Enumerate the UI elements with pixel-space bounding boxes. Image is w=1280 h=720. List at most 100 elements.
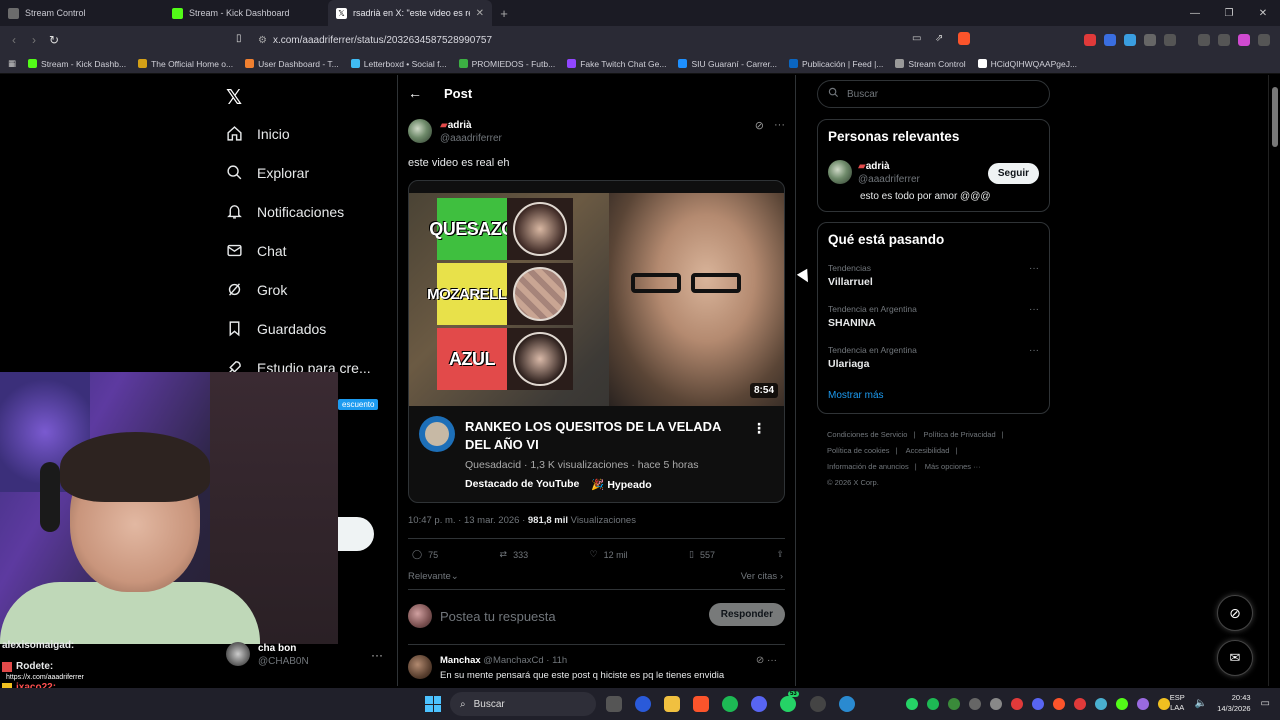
handle[interactable]: @aaadriferrer xyxy=(440,132,502,145)
bookmark-item[interactable]: Fake Twitch Chat Ge... xyxy=(567,59,666,69)
grok-icon[interactable]: ⊘ xyxy=(756,655,764,666)
avatar[interactable] xyxy=(408,655,432,679)
show-more-link[interactable]: Mostrar más xyxy=(828,390,884,401)
reply-submit-button[interactable]: Responder xyxy=(708,603,785,626)
back-icon[interactable]: ‹ xyxy=(4,33,24,47)
post-button-fragment[interactable] xyxy=(338,517,374,551)
display-name[interactable]: ▰adrià xyxy=(858,160,920,173)
tray-app-icon[interactable] xyxy=(1095,698,1107,710)
reply-button[interactable]: ◯ 75 xyxy=(412,549,438,560)
video-title[interactable]: RANKEO LOS QUESITOS DE LA VELADA DEL AÑO… xyxy=(465,418,745,454)
whatsapp-icon[interactable] xyxy=(906,698,918,710)
speaker-icon[interactable]: 🔈 xyxy=(1195,698,1207,709)
restore-icon[interactable]: ❐ xyxy=(1212,0,1246,26)
mic-icon[interactable] xyxy=(1158,698,1170,710)
tray-app-icon[interactable] xyxy=(969,698,981,710)
task-view-icon[interactable] xyxy=(606,696,622,712)
grok-button[interactable]: ⊘ xyxy=(1217,595,1253,631)
avatar[interactable] xyxy=(408,119,432,143)
footer-link[interactable]: Política de Privacidad xyxy=(924,430,996,439)
nav-explore[interactable]: Explorar xyxy=(226,164,309,181)
site-settings-icon[interactable]: ⚙ xyxy=(258,35,267,46)
footer-link[interactable]: Información de anuncios xyxy=(827,462,909,471)
trend-item[interactable]: Tendencia en Argentina SHANINA ··· xyxy=(828,304,1041,329)
app-icon[interactable] xyxy=(839,696,855,712)
whatsapp-icon[interactable] xyxy=(780,696,796,712)
trend-item[interactable]: Tendencia en Argentina Ulariaga ··· xyxy=(828,345,1041,370)
relevant-user[interactable]: ▰adrià @aaadriferrer xyxy=(828,160,920,186)
split-view-icon[interactable] xyxy=(1218,34,1230,46)
vivaldi-icon[interactable] xyxy=(635,696,651,712)
more-icon[interactable]: ··· xyxy=(774,119,785,132)
bookmark-button[interactable]: ▯ 557 xyxy=(689,549,715,560)
footer-link[interactable]: Condiciones de Servicio xyxy=(827,430,907,439)
trend-item[interactable]: Tendencias Villarruel ··· xyxy=(828,263,1041,288)
tray-app-icon[interactable] xyxy=(1011,698,1023,710)
more-icon[interactable]: ··· xyxy=(371,648,383,662)
tray-app-icon[interactable] xyxy=(1074,698,1086,710)
comment-author[interactable]: Manchax xyxy=(440,655,481,666)
sidebar-icon[interactable] xyxy=(1164,34,1176,46)
scrollbar-thumb[interactable] xyxy=(1272,87,1278,147)
bookmark-icon[interactable]: ▯ xyxy=(236,33,242,44)
footer-link[interactable]: Accesibilidad xyxy=(906,446,950,455)
display-name[interactable]: ▰adrià xyxy=(440,119,502,132)
discord-icon[interactable] xyxy=(751,696,767,712)
handle[interactable]: @aaadriferrer xyxy=(858,173,920,186)
close-window-icon[interactable]: ✕ xyxy=(1246,0,1280,26)
youtube-card[interactable]: QUESAZO MOZARELLA AZUL 8:54 RANKEO LOS Q… xyxy=(408,180,785,503)
discord-icon[interactable] xyxy=(1032,698,1044,710)
nav-bookmarks[interactable]: Guardados xyxy=(226,320,326,337)
spotify-icon[interactable] xyxy=(927,698,939,710)
download-icon[interactable] xyxy=(1198,34,1210,46)
repost-button[interactable]: ⇄ 333 xyxy=(500,549,529,560)
messages-button[interactable]: ✉ xyxy=(1217,640,1253,676)
like-button[interactable]: ♡ 12 mil xyxy=(590,549,628,560)
video-thumbnail[interactable]: QUESAZO MOZARELLA AZUL 8:54 xyxy=(409,193,784,406)
x-logo-icon[interactable]: 𝕏 xyxy=(226,85,242,110)
tab-x-post[interactable]: 𝕏 rsadrià en X: "este video es real ✕ xyxy=(328,0,492,26)
notifications-icon[interactable]: ▭ xyxy=(1261,698,1270,709)
brave-icon[interactable] xyxy=(693,696,709,712)
windows-start-icon[interactable] xyxy=(425,696,441,712)
nav-notifications[interactable]: Notificaciones xyxy=(226,203,344,220)
spotify-icon[interactable] xyxy=(722,696,738,712)
tray-app-icon[interactable] xyxy=(1137,698,1149,710)
kebab-menu-icon[interactable]: ⋮ xyxy=(752,420,766,437)
scrollbar[interactable] xyxy=(1268,75,1280,686)
sort-dropdown[interactable]: Relevante⌄ xyxy=(408,571,459,582)
profile-icon[interactable] xyxy=(1238,34,1250,46)
tab-stream-control[interactable]: Stream Control xyxy=(0,0,164,26)
taskbar-search[interactable]: ⌕ Buscar xyxy=(450,692,596,716)
search-input[interactable]: Buscar xyxy=(817,80,1050,108)
extension-icon[interactable] xyxy=(1104,34,1116,46)
more-icon[interactable]: ··· xyxy=(1029,304,1039,315)
bookmark-item[interactable]: The Official Home o... xyxy=(138,59,233,69)
tab-kick-dashboard[interactable]: Stream - Kick Dashboard xyxy=(164,0,328,26)
see-quotes-link[interactable]: Ver citas › xyxy=(741,571,783,582)
more-icon[interactable]: ··· xyxy=(767,655,777,666)
back-arrow-icon[interactable]: ← xyxy=(408,85,422,101)
brave-icon[interactable] xyxy=(1053,698,1065,710)
more-icon[interactable]: ··· xyxy=(1029,345,1039,356)
file-explorer-icon[interactable] xyxy=(664,696,680,712)
nav-home[interactable]: Inicio xyxy=(226,125,290,142)
obs-icon[interactable] xyxy=(810,696,826,712)
language-indicator[interactable]: ESP LAA xyxy=(1170,693,1185,713)
nav-chat[interactable]: Chat xyxy=(226,242,287,259)
user-account-switcher[interactable]: cha bon @CHAB0N xyxy=(226,642,309,668)
reply-input[interactable]: Postea tu respuesta xyxy=(440,609,556,624)
grok-icon[interactable]: ⊘ xyxy=(755,119,764,132)
forward-icon[interactable]: › xyxy=(24,33,44,47)
more-icon[interactable]: ··· xyxy=(1029,263,1039,274)
footer-link[interactable]: Política de cookies xyxy=(827,446,890,455)
minimize-icon[interactable]: — xyxy=(1178,0,1212,26)
extension-icon[interactable] xyxy=(1124,34,1136,46)
footer-link[interactable]: Más opciones ··· xyxy=(925,462,981,471)
bookmark-item[interactable]: Letterboxd • Social f... xyxy=(350,59,447,69)
menu-icon[interactable] xyxy=(1258,34,1270,46)
bookmark-item[interactable]: Stream Control xyxy=(895,59,966,69)
follow-button[interactable]: Seguir xyxy=(987,163,1039,184)
new-tab-button[interactable]: + xyxy=(492,0,516,26)
extension-icon[interactable] xyxy=(1084,34,1096,46)
